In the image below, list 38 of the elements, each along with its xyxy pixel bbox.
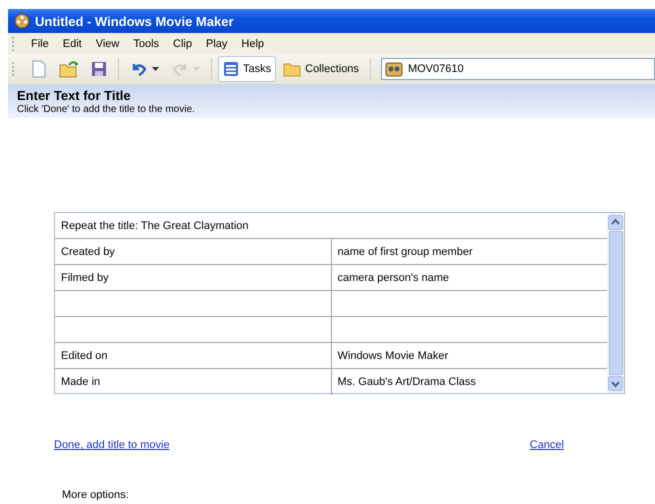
tasks-button[interactable]: Tasks	[218, 56, 276, 82]
scroll-down-icon[interactable]	[608, 376, 623, 391]
collection-field[interactable]: MOV07610	[380, 58, 655, 80]
undo-icon	[130, 61, 148, 77]
text-field[interactable]: Made in	[55, 369, 332, 395]
text-field[interactable]: name of first group member	[332, 239, 607, 264]
scrollbar[interactable]	[607, 213, 624, 393]
scroll-up-icon[interactable]	[608, 215, 623, 230]
menu-item[interactable]: View	[88, 36, 126, 52]
page-heading: Enter Text for Title	[17, 88, 132, 103]
menu-item[interactable]: Play	[199, 36, 234, 52]
text-field[interactable]: Filmed by	[55, 265, 332, 290]
open-folder-icon	[59, 60, 79, 78]
text-field[interactable]: Created by	[55, 239, 332, 264]
new-document-icon	[31, 60, 47, 78]
collections-button[interactable]: Collections	[278, 56, 364, 82]
text-field[interactable]: Edited on	[55, 343, 332, 368]
text-field[interactable]: camera person's name	[332, 265, 607, 290]
folder-icon	[283, 61, 302, 77]
caret-icon	[152, 67, 159, 71]
window-title: Untitled - Windows Movie Maker	[35, 14, 234, 28]
instruction-text: Click 'Done' to add the title to the movie.	[17, 103, 196, 116]
save-icon	[91, 61, 107, 77]
menu-item[interactable]: Edit	[56, 36, 89, 52]
menu-item[interactable]: Help	[234, 36, 272, 52]
text-field[interactable]: Windows Movie Maker	[332, 343, 607, 368]
text-field[interactable]: Repeat the title: The Great Claymation	[55, 213, 607, 238]
done-link[interactable]: Done, add title to movie	[54, 439, 170, 451]
cancel-link[interactable]: Cancel	[530, 439, 564, 451]
redo-icon	[171, 61, 189, 77]
menu-item[interactable]: Clip	[166, 36, 199, 52]
film-reel-icon	[14, 13, 30, 29]
more-options-label: More options:	[62, 489, 130, 502]
menu-item[interactable]: Tools	[126, 36, 166, 52]
text-field[interactable]: Ms. Gaub's Art/Drama Class	[332, 369, 607, 395]
scroll-thumb[interactable]	[608, 231, 622, 375]
list-icon	[223, 61, 239, 77]
menu-item[interactable]: File	[24, 36, 56, 52]
